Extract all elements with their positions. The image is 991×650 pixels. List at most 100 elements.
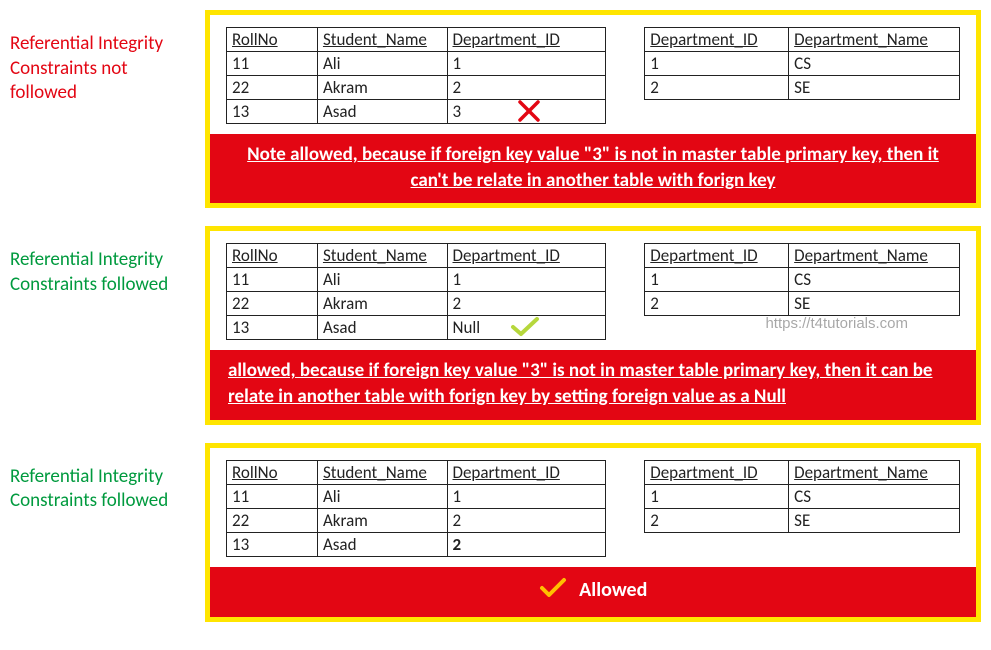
cell: 1 <box>447 268 606 292</box>
note-bar: Note allowed, because if foreign key val… <box>210 134 976 203</box>
table-row: 1 CS <box>645 484 960 508</box>
cell: SE <box>789 508 960 532</box>
cell-value: Null <box>453 317 481 338</box>
table-header-row: RollNo Student_Name Department_ID <box>227 28 606 52</box>
cell-value: 3 <box>453 101 462 122</box>
cell: Ali <box>317 268 447 292</box>
col-header: Department_ID <box>447 244 606 268</box>
cell: CS <box>789 268 960 292</box>
col-header: Department_Name <box>789 28 960 52</box>
cell: 2 <box>447 76 606 100</box>
department-table: Department_ID Department_Name 1 CS 2 SE <box>644 243 960 316</box>
note-bar: allowed, because if foreign key value "3… <box>210 350 976 419</box>
cell: 22 <box>227 76 318 100</box>
panel-3: RollNo Student_Name Department_ID 11 Ali… <box>205 443 981 622</box>
cell-valid-fk: 2 <box>447 532 606 556</box>
table-header-row: RollNo Student_Name Department_ID <box>227 460 606 484</box>
cell: Ali <box>317 52 447 76</box>
cell-invalid-fk: 3 <box>447 100 606 124</box>
cell: 2 <box>447 292 606 316</box>
cell: 13 <box>227 316 318 340</box>
cell: 2 <box>645 292 789 316</box>
cell: Asad <box>317 100 447 124</box>
cell: 11 <box>227 268 318 292</box>
student-table: RollNo Student_Name Department_ID 11 Ali… <box>226 460 606 557</box>
cell: Ali <box>317 484 447 508</box>
department-table: Department_ID Department_Name 1 CS 2 SE <box>644 27 960 100</box>
section-label: Referential Integrity Constraints follow… <box>10 443 205 514</box>
cross-icon <box>516 98 542 129</box>
cell: 2 <box>645 508 789 532</box>
table-header-row: Department_ID Department_Name <box>645 460 960 484</box>
cell: CS <box>789 52 960 76</box>
col-header: Department_Name <box>789 460 960 484</box>
col-header: RollNo <box>227 244 318 268</box>
table-row: 11 Ali 1 <box>227 52 606 76</box>
tables-wrap: RollNo Student_Name Department_ID 11 Ali… <box>210 15 976 134</box>
cell: Akram <box>317 76 447 100</box>
col-header: Department_ID <box>447 460 606 484</box>
col-header: Department_ID <box>645 460 789 484</box>
section-not-followed: Referential Integrity Constraints not fo… <box>10 10 981 208</box>
table-row: 2 SE <box>645 76 960 100</box>
department-table: Department_ID Department_Name 1 CS 2 SE <box>644 460 960 533</box>
cell: Asad <box>317 316 447 340</box>
panel-2: RollNo Student_Name Department_ID 11 Ali… <box>205 226 981 424</box>
table-row: 11 Ali 1 <box>227 268 606 292</box>
cell: SE <box>789 76 960 100</box>
section-followed-null: Referential Integrity Constraints follow… <box>10 226 981 424</box>
allowed-bar: Allowed <box>210 567 976 617</box>
cell: 11 <box>227 484 318 508</box>
col-header: RollNo <box>227 460 318 484</box>
cell: 1 <box>645 484 789 508</box>
section-label: Referential Integrity Constraints not fo… <box>10 10 205 106</box>
cell: 1 <box>645 52 789 76</box>
table-row: 22 Akram 2 <box>227 76 606 100</box>
table-row: 22 Akram 2 <box>227 292 606 316</box>
cell: 2 <box>645 76 789 100</box>
col-header: Student_Name <box>317 460 447 484</box>
table-header-row: RollNo Student_Name Department_ID <box>227 244 606 268</box>
tables-wrap: RollNo Student_Name Department_ID 11 Ali… <box>210 448 976 567</box>
cell: 22 <box>227 508 318 532</box>
cell: 1 <box>645 268 789 292</box>
cell: Akram <box>317 508 447 532</box>
table-header-row: Department_ID Department_Name <box>645 28 960 52</box>
cell: 2 <box>447 508 606 532</box>
check-icon <box>510 316 540 343</box>
panel-1: RollNo Student_Name Department_ID 11 Ali… <box>205 10 981 208</box>
cell: Akram <box>317 292 447 316</box>
col-header: Student_Name <box>317 244 447 268</box>
cell: 1 <box>447 484 606 508</box>
col-header: Student_Name <box>317 28 447 52</box>
table-row: 2 SE <box>645 292 960 316</box>
table-row: 2 SE <box>645 508 960 532</box>
check-icon <box>539 577 567 605</box>
student-table: RollNo Student_Name Department_ID 11 Ali… <box>226 27 606 124</box>
table-row: 13 Asad 2 <box>227 532 606 556</box>
col-header: Department_ID <box>645 28 789 52</box>
cell: SE <box>789 292 960 316</box>
section-followed-valid: Referential Integrity Constraints follow… <box>10 443 981 622</box>
cell: 22 <box>227 292 318 316</box>
cell: 1 <box>447 52 606 76</box>
table-header-row: Department_ID Department_Name <box>645 244 960 268</box>
col-header: Department_ID <box>447 28 606 52</box>
col-header: RollNo <box>227 28 318 52</box>
cell-null-fk: Null <box>447 316 606 340</box>
tables-wrap: RollNo Student_Name Department_ID 11 Ali… <box>210 231 976 350</box>
table-row: 1 CS <box>645 268 960 292</box>
cell: 13 <box>227 100 318 124</box>
student-table: RollNo Student_Name Department_ID 11 Ali… <box>226 243 606 340</box>
col-header: Department_ID <box>645 244 789 268</box>
table-row: 22 Akram 2 <box>227 508 606 532</box>
allowed-text: Allowed <box>579 577 647 601</box>
cell: CS <box>789 484 960 508</box>
table-row: 1 CS <box>645 52 960 76</box>
table-row: 13 Asad 3 <box>227 100 606 124</box>
col-header: Department_Name <box>789 244 960 268</box>
table-row: 11 Ali 1 <box>227 484 606 508</box>
table-row: 13 Asad Null <box>227 316 606 340</box>
section-label: Referential Integrity Constraints follow… <box>10 226 205 297</box>
cell: Asad <box>317 532 447 556</box>
